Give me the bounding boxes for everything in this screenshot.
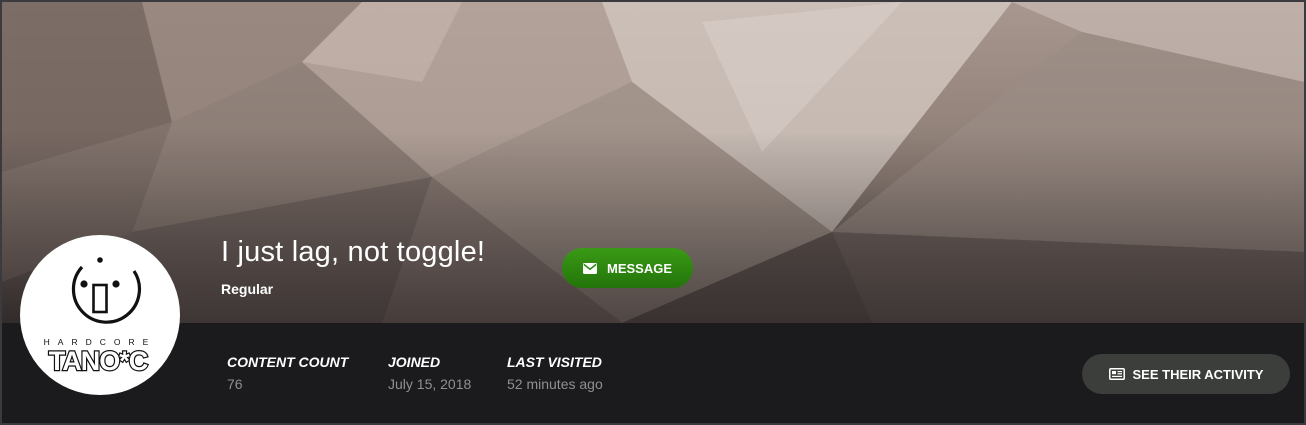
profile-header: HARDCORE TANO*C I just lag, not toggle! … bbox=[0, 0, 1306, 425]
see-activity-button-label: SEE THEIR ACTIVITY bbox=[1132, 366, 1264, 382]
message-button[interactable]: MESSAGE bbox=[562, 248, 693, 288]
stat-label: LAST VISITED bbox=[507, 354, 602, 370]
stat-value: 76 bbox=[227, 376, 243, 392]
avatar[interactable]: HARDCORE TANO*C bbox=[20, 235, 180, 395]
stat-value: 52 minutes ago bbox=[507, 376, 603, 392]
member-group: Regular bbox=[221, 281, 274, 297]
stat-value: July 15, 2018 bbox=[388, 376, 472, 392]
newspaper-icon bbox=[1108, 368, 1125, 380]
stat-label: JOINED bbox=[388, 354, 441, 370]
profile-username: I just lag, not toggle! bbox=[221, 236, 486, 268]
see-activity-button[interactable]: SEE THEIR ACTIVITY bbox=[1082, 354, 1290, 394]
stat-last-visited: LAST VISITED 52 minutes ago bbox=[507, 354, 603, 392]
stat-label: CONTENT COUNT bbox=[227, 354, 349, 370]
envelope-icon bbox=[582, 262, 597, 274]
avatar-text-main: TANO*C bbox=[49, 346, 148, 376]
message-button-label: MESSAGE bbox=[606, 260, 672, 276]
avatar-logo: HARDCORE TANO*C bbox=[44, 257, 150, 377]
stat-content-count: CONTENT COUNT 76 bbox=[227, 354, 348, 392]
stat-joined: JOINED July 15, 2018 bbox=[388, 354, 471, 392]
